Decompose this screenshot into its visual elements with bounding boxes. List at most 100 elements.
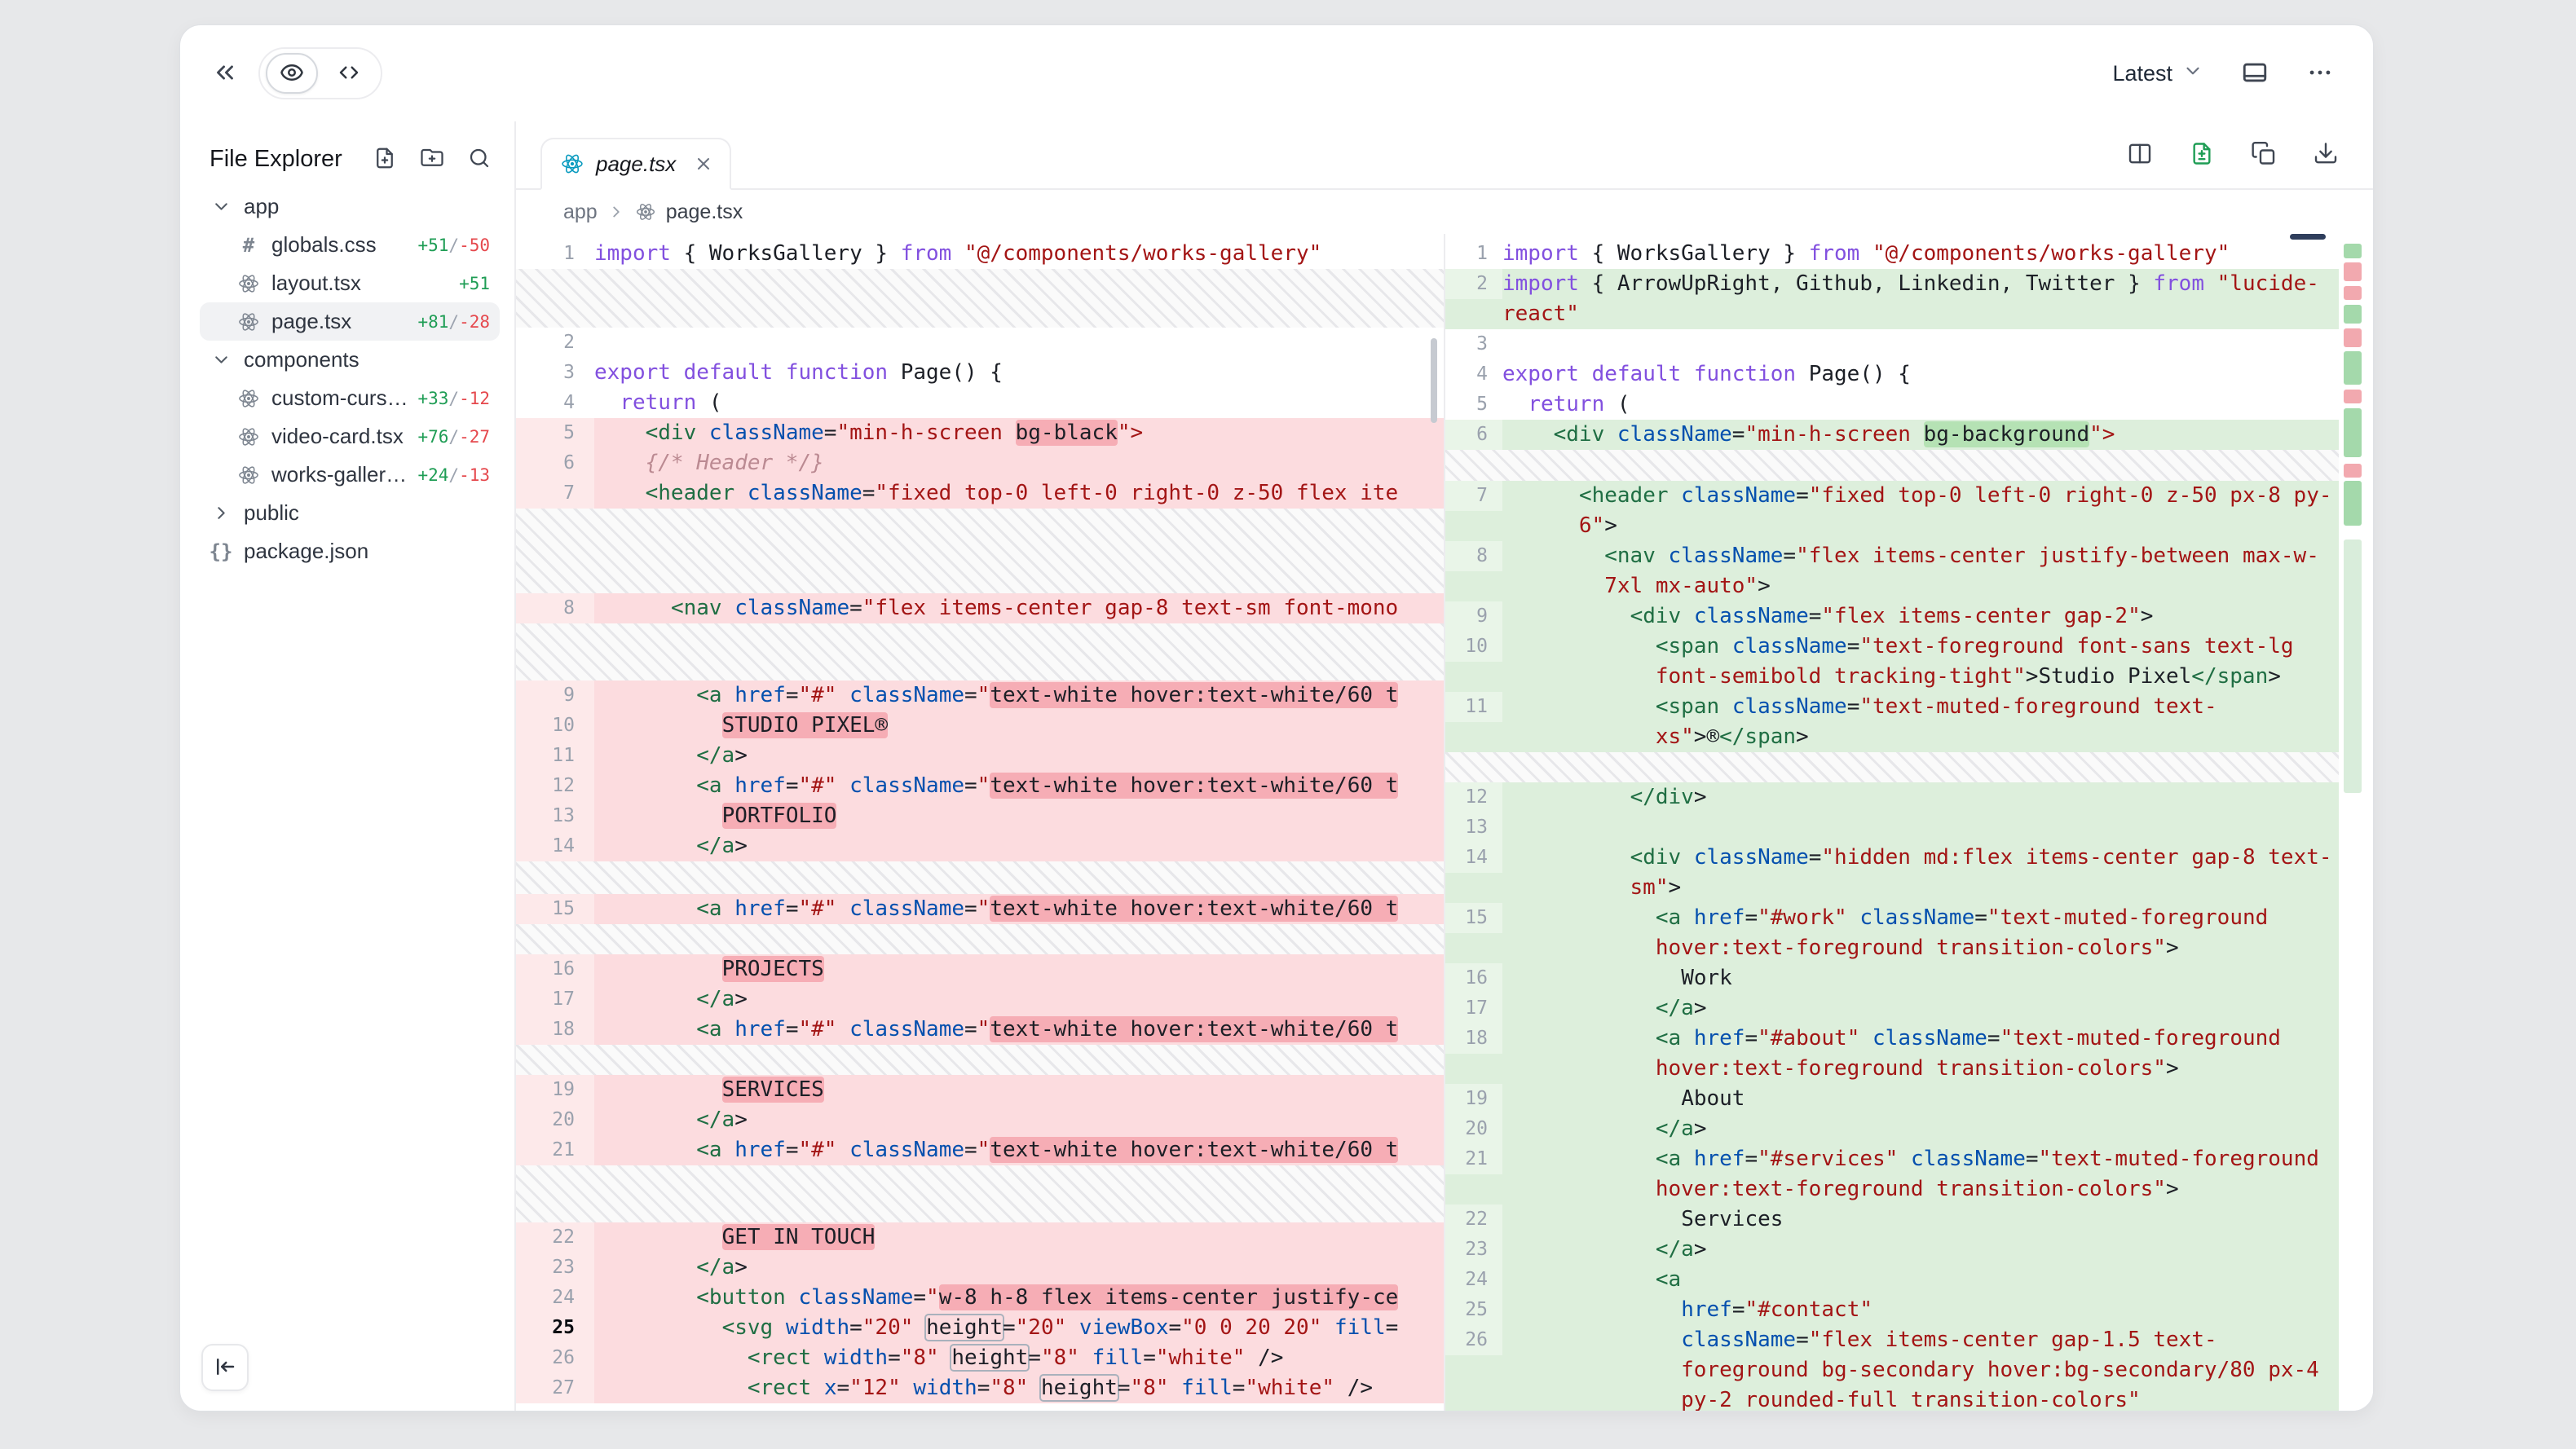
code-text: <a href="#" className="text-white hover:… [594, 771, 1444, 801]
code-text: </a> [594, 831, 1444, 861]
file-item-package-json[interactable]: {}package.json [200, 532, 500, 570]
diff-line[interactable]: 22 GET IN TOUCH [516, 1222, 1444, 1253]
vertical-scrollbar-thumb[interactable] [1431, 338, 1437, 423]
split-view-button[interactable] [2127, 141, 2153, 170]
collapse-sidebar-button[interactable] [211, 59, 239, 89]
collapsed-region[interactable] [1445, 450, 2339, 481]
diff-minimap[interactable] [2339, 234, 2373, 1411]
minimap-viewport-indicator[interactable] [2290, 234, 2326, 240]
diff-line[interactable]: 3export default function Page() { [516, 358, 1444, 388]
diff-line[interactable]: 17 </a> [516, 984, 1444, 1015]
new-folder-button[interactable] [420, 146, 444, 173]
tab-page-tsx[interactable]: page.tsx [540, 138, 731, 190]
open-preview-window-button[interactable] [2241, 59, 2269, 89]
diff-line[interactable]: 1import { WorksGallery } from "@/compone… [516, 239, 1444, 269]
diff-line[interactable]: 7 <header className="fixed top-0 left-0 … [1445, 481, 2339, 541]
diff-line[interactable]: 5 <div className="min-h-screen bg-black"… [516, 418, 1444, 448]
diff-line[interactable]: 11 <span className="text-muted-foregroun… [1445, 692, 2339, 752]
file-item-custom-curs-[interactable]: custom-curs…+33/-12 [200, 379, 500, 417]
version-dropdown[interactable]: Latest [2112, 60, 2203, 87]
more-options-button[interactable] [2306, 59, 2334, 89]
collapsed-region[interactable] [516, 861, 1444, 894]
diff-line[interactable]: 23 </a> [1445, 1235, 2339, 1265]
diff-line[interactable]: 9 <div className="flex items-center gap-… [1445, 601, 2339, 632]
diff-line[interactable]: 14 </a> [516, 831, 1444, 861]
diff-line[interactable]: 6 {/* Header */} [516, 448, 1444, 478]
close-icon[interactable] [694, 154, 713, 174]
diff-line[interactable]: 13 [1445, 813, 2339, 843]
diff-line[interactable]: 26 <rect width="8" height="8" fill="whit… [516, 1343, 1444, 1373]
copy-code-button[interactable] [2251, 141, 2277, 170]
diff-line[interactable]: 25 <svg width="20" height="20" viewBox="… [516, 1313, 1444, 1343]
diff-line[interactable]: 15 <a href="#" className="text-white hov… [516, 894, 1444, 924]
diff-line[interactable]: 4 return ( [516, 388, 1444, 418]
diff-line[interactable]: 21 <a href="#" className="text-white hov… [516, 1135, 1444, 1165]
diff-line[interactable]: 10 <span className="text-foreground font… [1445, 632, 2339, 692]
diff-line[interactable]: 11 </a> [516, 741, 1444, 771]
diff-line[interactable]: 4export default function Page() { [1445, 359, 2339, 390]
diff-line[interactable]: 1import { WorksGallery } from "@/compone… [1445, 239, 2339, 269]
diff-line[interactable]: 2 [516, 328, 1444, 358]
diff-line[interactable]: 6 <div className="min-h-screen bg-backgr… [1445, 420, 2339, 450]
collapsed-region[interactable] [516, 1165, 1444, 1222]
breadcrumb-path[interactable]: app [563, 200, 598, 224]
diff-line[interactable]: 5 return ( [1445, 390, 2339, 420]
search-files-button[interactable] [467, 146, 492, 173]
breadcrumb-file[interactable]: page.tsx [666, 200, 743, 224]
jump-to-first-change-button[interactable] [201, 1344, 249, 1391]
preview-toggle-button[interactable] [266, 53, 318, 94]
diff-line[interactable]: 18 <a href="#" className="text-white hov… [516, 1015, 1444, 1045]
diff-line[interactable]: 8 <nav className="flex items-center gap-… [516, 593, 1444, 623]
diff-line[interactable]: 27 <rect x="12" width="8" height="8" fil… [516, 1373, 1444, 1403]
diff-line[interactable]: 18 <a href="#about" className="text-mute… [1445, 1024, 2339, 1084]
diff-line[interactable]: 10 STUDIO PIXEL® [516, 711, 1444, 741]
diff-line[interactable]: 14 <div className="hidden md:flex items-… [1445, 843, 2339, 903]
diff-line[interactable]: 16 PROJECTS [516, 954, 1444, 984]
diff-line[interactable]: 16 Work [1445, 963, 2339, 993]
diff-line[interactable]: 12 </div> [1445, 782, 2339, 813]
code-text: <a href="#" className="text-white hover:… [594, 680, 1444, 711]
line-number: 19 [1445, 1084, 1502, 1114]
folder-item-components[interactable]: components [200, 341, 500, 379]
folder-item-public[interactable]: public [200, 494, 500, 532]
download-button[interactable] [2313, 141, 2339, 170]
collapsed-region[interactable] [516, 1045, 1444, 1075]
diff-line[interactable]: 24 <button className="w-8 h-8 flex items… [516, 1283, 1444, 1313]
diff-line[interactable]: 8 <nav className="flex items-center just… [1445, 541, 2339, 601]
file-item-video-card-tsx[interactable]: video-card.tsx+76/-27 [200, 417, 500, 456]
diff-line[interactable]: 21 <a href="#services" className="text-m… [1445, 1144, 2339, 1205]
diff-line[interactable]: 22 Services [1445, 1205, 2339, 1235]
diff-line[interactable]: 15 <a href="#work" className="text-muted… [1445, 903, 2339, 963]
diff-line[interactable]: 20 </a> [516, 1105, 1444, 1135]
file-name: page.tsx [271, 309, 351, 334]
code-text: <header className="fixed top-0 left-0 ri… [1502, 481, 2339, 541]
diff-line[interactable]: 17 </a> [1445, 993, 2339, 1024]
diff-line[interactable]: 19 About [1445, 1084, 2339, 1114]
file-item-globals-css[interactable]: #globals.css+51/-50 [200, 226, 500, 264]
diff-line[interactable]: 12 <a href="#" className="text-white hov… [516, 771, 1444, 801]
file-item-layout-tsx[interactable]: layout.tsx+51 [200, 264, 500, 302]
code-toggle-button[interactable] [323, 53, 375, 94]
diff-line[interactable]: 2import { ArrowUpRight, Github, Linkedin… [1445, 269, 2339, 329]
diff-line[interactable]: 24 <a [1445, 1265, 2339, 1295]
diff-line[interactable]: 25 href="#contact" [1445, 1295, 2339, 1325]
diff-line[interactable]: 26 className="flex items-center gap-1.5 … [1445, 1325, 2339, 1411]
view-diff-button[interactable] [2189, 141, 2215, 170]
new-file-button[interactable] [373, 146, 397, 173]
diff-line[interactable]: 7 <header className="fixed top-0 left-0 … [516, 478, 1444, 509]
file-item-works-galler-[interactable]: works-galler…+24/-13 [200, 456, 500, 494]
collapsed-region[interactable] [516, 623, 1444, 680]
diff-line[interactable]: 9 <a href="#" className="text-white hove… [516, 680, 1444, 711]
diff-line[interactable]: 19 SERVICES [516, 1075, 1444, 1105]
diff-line[interactable]: 3 [1445, 329, 2339, 359]
collapsed-region[interactable] [516, 269, 1444, 328]
folder-name: app [244, 194, 279, 219]
diff-line[interactable]: 23 </a> [516, 1253, 1444, 1283]
diff-line[interactable]: 13 PORTFOLIO [516, 801, 1444, 831]
collapsed-region[interactable] [516, 924, 1444, 954]
collapsed-region[interactable] [1445, 752, 2339, 782]
diff-line[interactable]: 20 </a> [1445, 1114, 2339, 1144]
folder-item-app[interactable]: app [200, 187, 500, 226]
collapsed-region[interactable] [516, 509, 1444, 593]
file-item-page-tsx[interactable]: page.tsx+81/-28 [200, 302, 500, 341]
